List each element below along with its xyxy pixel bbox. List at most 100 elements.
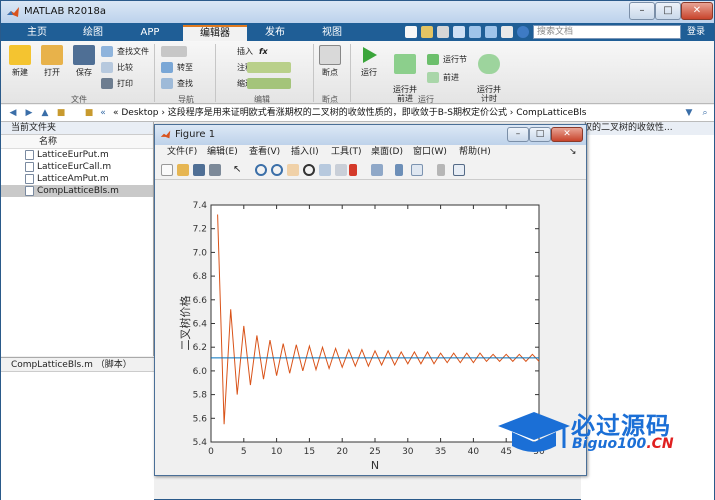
tab-plots[interactable]: 绘图 xyxy=(71,25,115,41)
data-cursor-icon[interactable] xyxy=(319,164,331,176)
redo-quick-icon[interactable] xyxy=(485,26,497,38)
ribbon-separator xyxy=(350,44,351,102)
axes-box xyxy=(210,204,540,443)
link-plot-icon[interactable] xyxy=(371,164,383,176)
x-tick-label: 5 xyxy=(241,447,247,457)
save-button[interactable]: 保存 xyxy=(71,45,97,78)
open-button[interactable]: 打开 xyxy=(39,45,65,78)
advance-button[interactable]: 前进 xyxy=(427,71,459,84)
x-axis-label: N xyxy=(371,459,379,472)
nav-back-forward[interactable] xyxy=(161,45,189,58)
close-button[interactable]: ✕ xyxy=(681,2,713,20)
y-tick-label: 6.8 xyxy=(193,272,208,282)
run-time-button[interactable]: 运行并 计时 xyxy=(473,45,505,103)
tab-publish[interactable]: 发布 xyxy=(251,25,299,41)
x-tick-label: 0 xyxy=(208,447,214,457)
back-arrow-icon[interactable]: ◀ xyxy=(7,108,19,119)
rotate-3d-icon[interactable] xyxy=(303,164,315,176)
m-file-icon xyxy=(25,150,34,160)
address-bar: ◀ ▶ ▲ ■ ■ « « Desktop › 这段程序是用来证明欧式看涨期权的… xyxy=(1,105,714,122)
help-icon[interactable] xyxy=(517,26,529,38)
comment-tools[interactable] xyxy=(247,61,291,74)
switch-windows-icon[interactable] xyxy=(501,26,513,38)
new-icon xyxy=(9,45,31,65)
tab-editor[interactable]: 编辑器 xyxy=(183,25,247,41)
maximize-button[interactable]: □ xyxy=(655,2,681,20)
figure-minimize-button[interactable]: – xyxy=(507,127,529,142)
tab-view[interactable]: 视图 xyxy=(307,25,357,41)
figure-title-bar: Figure 1 – □ ✕ xyxy=(155,125,586,145)
copy-quick-icon[interactable] xyxy=(437,26,449,38)
browse-folder-icon[interactable]: ■ xyxy=(55,108,67,119)
brush-color-icon[interactable] xyxy=(349,164,357,176)
breakpoints-button[interactable]: 断点 xyxy=(317,45,343,78)
y-tick-label: 6.6 xyxy=(193,296,208,306)
menu-view[interactable]: 查看(V) xyxy=(249,145,280,160)
figure-close-button[interactable]: ✕ xyxy=(551,127,583,142)
find-button[interactable]: 查找 xyxy=(161,77,193,90)
menu-edit[interactable]: 编辑(E) xyxy=(207,145,238,160)
pointer-icon[interactable]: ↖ xyxy=(233,164,245,176)
file-item[interactable]: LatticeEurPut.m xyxy=(1,149,153,161)
zoom-in-icon[interactable] xyxy=(255,164,267,176)
minimize-button[interactable]: – xyxy=(629,2,655,20)
path-dropdown-icon[interactable]: « xyxy=(97,108,109,119)
open-folder-icon xyxy=(41,45,63,65)
menu-window[interactable]: 窗口(W) xyxy=(413,145,447,160)
cut-quick-icon[interactable] xyxy=(421,26,433,38)
name-column-header[interactable]: 名称 xyxy=(1,135,153,149)
brush-icon[interactable] xyxy=(335,164,347,176)
zoom-out-icon[interactable] xyxy=(271,164,283,176)
file-name: LatticeEurPut.m xyxy=(37,150,109,160)
forward-arrow-icon[interactable]: ▶ xyxy=(23,108,35,119)
menu-help[interactable]: 帮助(H) xyxy=(459,145,491,160)
editor-tab-title[interactable]: 权的二叉树的收敛性... xyxy=(581,122,714,135)
tab-home[interactable]: 主页 xyxy=(15,25,59,41)
compare-button[interactable]: 比较 xyxy=(101,61,133,74)
menu-insert[interactable]: 插入(I) xyxy=(291,145,319,160)
undo-quick-icon[interactable] xyxy=(469,26,481,38)
new-figure-icon[interactable] xyxy=(161,164,173,176)
pan-icon[interactable] xyxy=(287,164,299,176)
paste-quick-icon[interactable] xyxy=(453,26,465,38)
save-figure-icon[interactable] xyxy=(193,164,205,176)
tab-apps[interactable]: APP xyxy=(127,25,173,41)
run-button[interactable]: 运行 xyxy=(355,45,383,78)
figure-maximize-button[interactable]: □ xyxy=(529,127,551,142)
indent-tools[interactable] xyxy=(247,77,291,90)
legend-icon[interactable] xyxy=(411,164,423,176)
x-tick-label: 20 xyxy=(336,447,348,457)
print-button[interactable]: 打印 xyxy=(101,77,133,90)
menu-tools[interactable]: 工具(T) xyxy=(331,145,362,160)
print-figure-icon[interactable] xyxy=(209,164,221,176)
graduation-cap-icon xyxy=(498,412,570,452)
find-files-button[interactable]: 查找文件 xyxy=(101,45,149,58)
ribbon-separator xyxy=(215,44,216,102)
y-tick-label: 6.4 xyxy=(193,320,208,330)
menu-dock-icon[interactable]: ↘ xyxy=(569,145,577,160)
search-documentation-input[interactable]: 搜索文档 xyxy=(533,25,681,39)
path-dropdown-arrow-icon[interactable]: ▼ xyxy=(683,108,695,119)
menu-desktop[interactable]: 桌面(D) xyxy=(371,145,403,160)
run-time-icon xyxy=(478,54,500,74)
breakpoints-icon xyxy=(319,45,341,65)
save-quick-icon[interactable] xyxy=(405,26,417,38)
hide-tools-icon[interactable] xyxy=(437,164,445,176)
search-path-icon[interactable]: ⌕ xyxy=(699,108,711,119)
run-section-button[interactable]: 运行节 xyxy=(427,53,467,66)
breakpoints-group-label: 断点 xyxy=(322,95,338,104)
open-file-icon[interactable] xyxy=(177,164,189,176)
menu-file[interactable]: 文件(F) xyxy=(167,145,197,160)
file-item[interactable]: LatticeAmPut.m xyxy=(1,173,153,185)
run-section-label: 运行节 xyxy=(443,55,467,64)
goto-button[interactable]: 转至 xyxy=(161,61,193,74)
current-path[interactable]: « Desktop › 这段程序是用来证明欧式看涨期权的二叉树的收敛性质的，即收… xyxy=(113,105,586,121)
login-button[interactable]: 登录 xyxy=(681,25,711,39)
new-button[interactable]: 新建 xyxy=(7,45,33,78)
up-folder-icon[interactable]: ▲ xyxy=(39,108,51,119)
show-tools-icon[interactable] xyxy=(453,164,465,176)
file-item-selected[interactable]: CompLatticeBls.m xyxy=(1,185,153,197)
file-item[interactable]: LatticeEurCall.m xyxy=(1,161,153,173)
fx-button[interactable]: fx xyxy=(247,45,268,58)
colorbar-icon[interactable] xyxy=(395,164,403,176)
